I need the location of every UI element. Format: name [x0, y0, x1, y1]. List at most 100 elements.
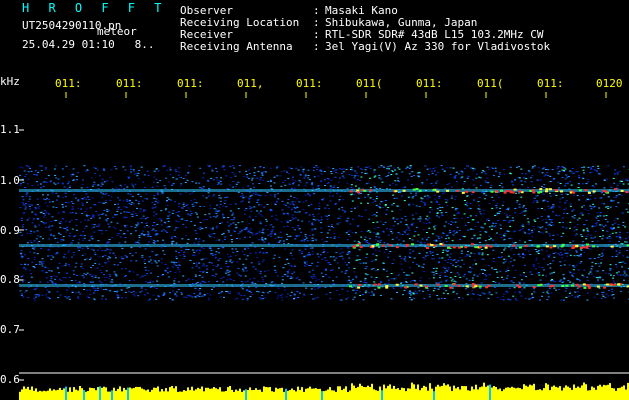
signal-pixel — [586, 299, 589, 301]
hot-spot — [578, 189, 582, 192]
signal-pixel — [154, 260, 157, 262]
signal-pixel — [385, 175, 388, 177]
signal-pixel — [373, 228, 376, 230]
signal-pixel — [199, 282, 202, 284]
signal-pixel — [384, 221, 387, 223]
signal-pixel — [422, 222, 425, 224]
signal-pixel — [61, 183, 64, 185]
signal-pixel — [490, 294, 493, 296]
signal-pixel — [595, 183, 598, 185]
floor-bar — [515, 388, 517, 400]
signal-pixel — [179, 185, 182, 187]
floor-bar — [367, 385, 369, 400]
signal-pixel — [316, 265, 319, 267]
signal-pixel — [575, 233, 578, 235]
signal-pixel — [467, 251, 469, 253]
signal-pixel — [161, 262, 164, 264]
signal-pixel — [100, 282, 103, 284]
signal-pixel — [141, 232, 144, 234]
signal-pixel — [249, 278, 252, 280]
signal-pixel — [157, 194, 159, 196]
signal-pixel — [153, 176, 156, 178]
signal-pixel — [611, 232, 614, 234]
signal-pixel — [196, 216, 199, 218]
signal-pixel — [138, 239, 141, 241]
signal-pixel — [103, 181, 106, 183]
signal-pixel — [398, 239, 401, 241]
signal-pixel — [63, 211, 66, 213]
signal-pixel — [372, 201, 375, 203]
signal-pixel — [276, 193, 279, 195]
signal-pixel — [122, 166, 125, 168]
signal-pixel — [425, 179, 428, 181]
signal-pixel — [201, 295, 204, 297]
signal-pixel — [603, 194, 605, 196]
signal-pixel — [226, 269, 229, 271]
signal-pixel — [277, 295, 280, 297]
signal-pixel — [341, 206, 344, 208]
signal-pixel — [145, 222, 148, 224]
signal-pixel — [131, 216, 134, 217]
signal-pixel — [450, 262, 453, 264]
signal-pixel — [503, 249, 506, 251]
signal-pixel — [270, 215, 273, 217]
signal-pixel — [238, 294, 241, 295]
signal-pixel — [457, 265, 459, 266]
signal-pixel — [182, 257, 185, 259]
signal-pixel — [398, 192, 401, 193]
signal-pixel — [292, 204, 295, 206]
signal-pixel — [356, 289, 358, 291]
signal-pixel — [561, 257, 563, 259]
hot-spot — [381, 244, 385, 247]
floor-bar — [341, 390, 343, 400]
signal-pixel — [590, 273, 593, 275]
signal-pixel — [250, 207, 253, 209]
signal-pixel — [321, 276, 324, 278]
signal-pixel — [471, 279, 474, 281]
signal-pixel — [92, 249, 95, 251]
signal-pixel — [29, 204, 32, 206]
signal-pixel — [124, 297, 127, 299]
signal-pixel — [559, 183, 562, 184]
signal-pixel — [367, 194, 370, 196]
signal-pixel — [483, 213, 486, 215]
signal-pixel — [136, 207, 138, 209]
signal-pixel — [524, 210, 527, 212]
signal-pixel — [149, 236, 152, 237]
signal-pixel — [464, 204, 467, 206]
signal-pixel — [407, 196, 410, 198]
hot-spot — [500, 189, 503, 192]
signal-pixel — [447, 250, 450, 252]
hot-spot — [363, 189, 367, 192]
signal-pixel — [435, 239, 438, 241]
floor-bar — [511, 386, 513, 400]
signal-pixel — [224, 238, 226, 240]
signal-pixel — [434, 167, 437, 169]
signal-pixel — [134, 230, 137, 232]
signal-pixel — [292, 176, 294, 178]
signal-pixel — [221, 213, 224, 215]
signal-pixel — [48, 270, 51, 272]
signal-pixel — [474, 226, 477, 228]
signal-pixel — [69, 236, 72, 238]
hot-spot — [609, 283, 613, 286]
signal-pixel — [191, 192, 194, 194]
signal-pixel — [397, 232, 400, 233]
signal-pixel — [33, 174, 36, 175]
signal-pixel — [432, 226, 435, 228]
signal-pixel — [564, 168, 567, 170]
floor-bar — [397, 388, 399, 400]
signal-pixel — [41, 294, 44, 296]
signal-pixel — [21, 256, 24, 258]
signal-pixel — [498, 212, 500, 214]
signal-pixel — [56, 238, 59, 239]
signal-pixel — [349, 223, 352, 225]
signal-pixel — [186, 204, 189, 206]
signal-pixel — [231, 248, 234, 250]
signal-pixel — [329, 256, 332, 258]
signal-pixel — [563, 170, 566, 171]
signal-pixel — [401, 218, 404, 220]
signal-pixel — [77, 298, 80, 300]
signal-pixel — [75, 224, 78, 226]
signal-pixel — [252, 266, 255, 268]
